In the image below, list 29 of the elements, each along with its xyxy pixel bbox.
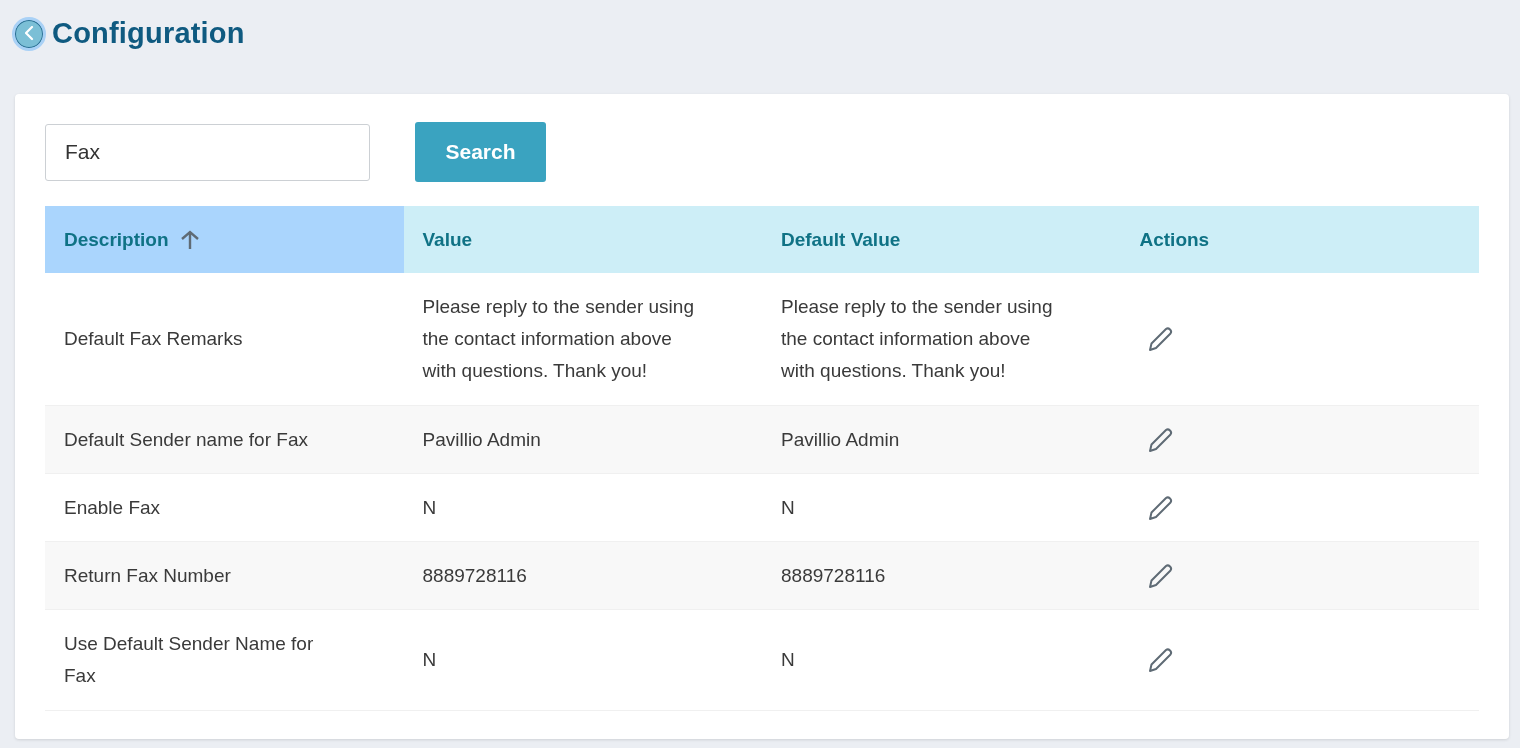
column-header[interactable]: Default Value (762, 206, 1121, 273)
chevron-left-icon (24, 26, 34, 41)
pencil-icon[interactable] (1147, 562, 1174, 589)
column-header[interactable]: Actions (1120, 206, 1479, 273)
column-header[interactable]: Description (45, 206, 404, 273)
table-cell: Pavillio Admin (422, 428, 541, 450)
pencil-icon[interactable] (1147, 326, 1174, 352)
table-cell: Default Sender name for Fax (64, 428, 308, 450)
pencil-icon[interactable] (1147, 647, 1174, 673)
table-cell: Pavillio Admin (781, 428, 900, 450)
table-cell: Default Fax Remarks (64, 328, 243, 349)
table-cell: N (422, 496, 437, 518)
table-cell: 8889728116 (422, 564, 527, 586)
table-cell: Enable Fax (64, 496, 161, 518)
table-cell: N (422, 649, 437, 670)
pencil-icon[interactable] (1147, 494, 1174, 521)
search-button[interactable]: Search (415, 122, 546, 182)
pencil-icon[interactable] (1147, 426, 1174, 453)
table-cell: Please reply to the sender using the contact information above with questions. Thank you! (422, 296, 694, 381)
table-cell: Please reply to the sender using the contact information above with questions. Thank you! (781, 296, 1053, 381)
page-title: Configuration (52, 17, 245, 50)
back-button[interactable] (12, 16, 46, 51)
table-cell: Use Default Sender Name for Fax (64, 633, 314, 686)
search-field[interactable]: Fax (45, 123, 370, 181)
column-header[interactable]: Value (403, 206, 762, 273)
table-cell: N (781, 649, 795, 670)
table-cell: Return Fax Number (64, 564, 231, 586)
table-cell: 8889728116 (781, 564, 886, 586)
table-cell: N (781, 496, 795, 518)
